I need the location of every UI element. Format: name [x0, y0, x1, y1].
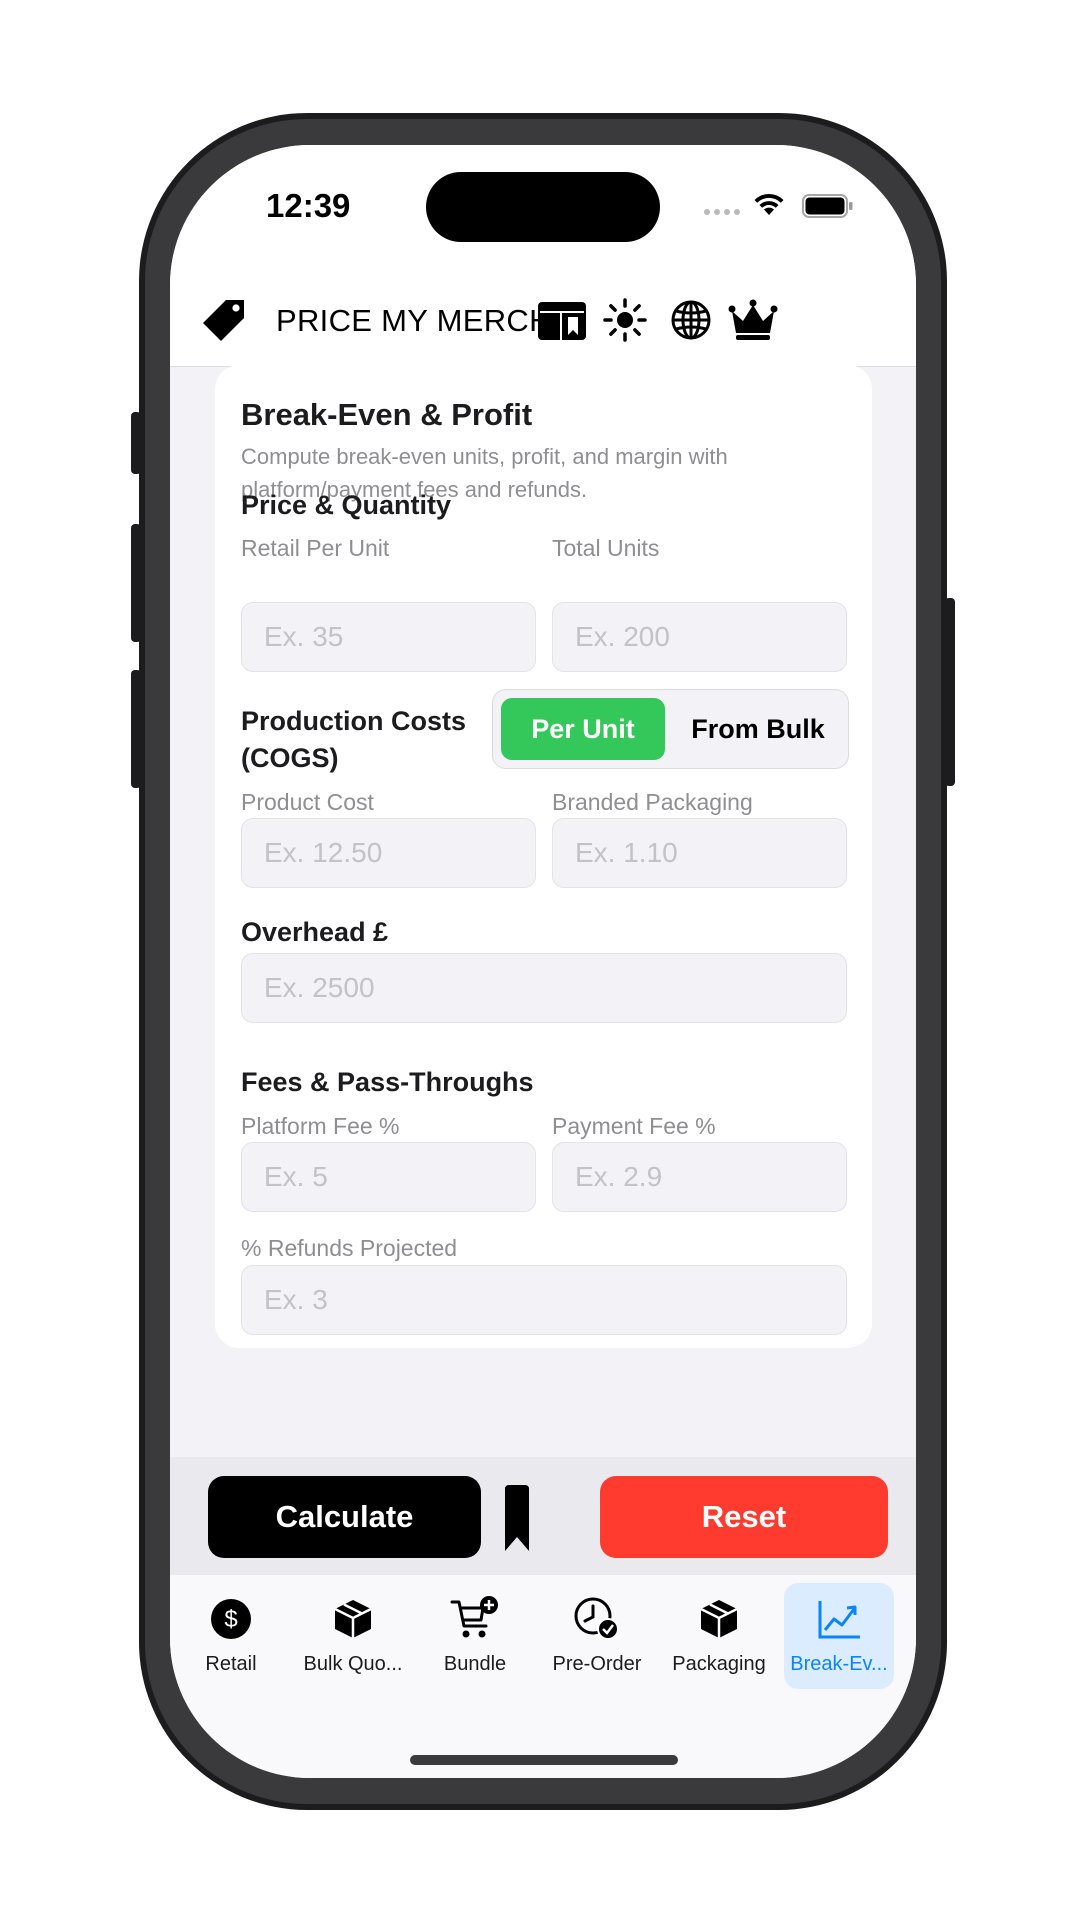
section-overhead: Overhead £ [241, 917, 389, 947]
total-units-label: Total Units [552, 535, 660, 561]
break-even-card: Break-Even & Profit Compute break-even u… [215, 365, 872, 1348]
bookmark-icon[interactable] [502, 1483, 532, 1553]
section-price-quantity: Price & Quantity [241, 490, 452, 520]
section-production-costs-line1: Production Costs [241, 706, 467, 736]
globe-icon[interactable] [668, 297, 714, 343]
per-unit-segment[interactable]: Per Unit [501, 698, 665, 760]
product-cost-label: Product Cost [241, 789, 374, 815]
cost-mode-segmented-control: Per Unit From Bulk [492, 689, 849, 769]
tab-label-bulk-quote: Bulk Quo... [303, 1653, 403, 1675]
screen: 12:39 PRICE MY MERCH Break-Even & Profit… [170, 145, 916, 1778]
box-icon [658, 1595, 780, 1643]
tab-label-pre-order: Pre-Order [552, 1653, 642, 1675]
status-time: 12:39 [266, 187, 351, 224]
payment-fee-input[interactable]: Ex. 2.9 [552, 1142, 847, 1212]
battery-icon [802, 194, 853, 218]
section-production-costs: Production Costs (COGS) [241, 703, 466, 777]
box-icon [292, 1595, 414, 1643]
cellular-signal-icon [704, 209, 740, 215]
reset-button[interactable]: Reset [600, 1476, 888, 1558]
branded-packaging-input[interactable]: Ex. 1.10 [552, 818, 847, 888]
overhead-input[interactable]: Ex. 2500 [241, 953, 847, 1023]
platform-fee-input[interactable]: Ex. 5 [241, 1142, 536, 1212]
app-title: PRICE MY MERCH [276, 303, 552, 338]
tab-bundle[interactable]: Bundle [414, 1583, 536, 1689]
action-bar: Calculate Reset [170, 1457, 916, 1575]
from-bulk-segment[interactable]: From Bulk [673, 698, 843, 760]
volume-down-button [131, 670, 141, 788]
refunds-projected-label: % Refunds Projected [241, 1235, 458, 1261]
trend-chart-icon [784, 1595, 894, 1643]
action-button [131, 412, 141, 474]
price-tag-icon [203, 300, 244, 341]
tab-bar: $ Retail Bulk Quo... Bundle Pre-Order Pa… [170, 1575, 916, 1778]
clock-check-icon [536, 1595, 658, 1643]
tab-pre-order[interactable]: Pre-Order [536, 1583, 658, 1689]
refunds-projected-input[interactable]: Ex. 3 [241, 1265, 847, 1335]
tab-bulk-quote[interactable]: Bulk Quo... [292, 1583, 414, 1689]
tab-break-even[interactable]: Break-Ev... [784, 1583, 894, 1689]
home-indicator [410, 1755, 678, 1765]
wifi-icon [754, 193, 784, 215]
brightness-icon[interactable] [602, 297, 648, 343]
cart-add-icon [414, 1595, 536, 1643]
crown-icon[interactable] [728, 297, 778, 343]
app-header: PRICE MY MERCH [170, 275, 916, 367]
tab-label-bundle: Bundle [443, 1653, 507, 1675]
tab-label-break-even: Break-Ev... [790, 1653, 888, 1675]
payment-fee-label: Payment Fee % [552, 1113, 716, 1139]
calculate-button[interactable]: Calculate [208, 1476, 481, 1558]
retail-per-unit-input[interactable]: Ex. 35 [241, 602, 536, 672]
retail-per-unit-label: Retail Per Unit [241, 535, 390, 561]
power-button [945, 598, 955, 786]
tab-label-retail: Retail [205, 1653, 257, 1675]
platform-fee-label: Platform Fee % [241, 1113, 400, 1139]
dollar-icon: $ [170, 1595, 292, 1643]
tab-retail[interactable]: $ Retail [170, 1583, 292, 1689]
section-fees: Fees & Pass-Throughs [241, 1067, 534, 1097]
saved-layout-icon[interactable] [536, 297, 588, 343]
tab-packaging[interactable]: Packaging [658, 1583, 780, 1689]
branded-packaging-label: Branded Packaging [552, 789, 753, 815]
tab-label-packaging: Packaging [672, 1653, 766, 1675]
dynamic-island [426, 172, 660, 242]
card-title: Break-Even & Profit [241, 397, 533, 432]
volume-up-button [131, 524, 141, 642]
section-production-costs-line2: (COGS) [241, 743, 339, 773]
status-bar: 12:39 [170, 145, 916, 275]
total-units-input[interactable]: Ex. 200 [552, 602, 847, 672]
product-cost-input[interactable]: Ex. 12.50 [241, 818, 536, 888]
svg-text:$: $ [224, 1606, 237, 1633]
